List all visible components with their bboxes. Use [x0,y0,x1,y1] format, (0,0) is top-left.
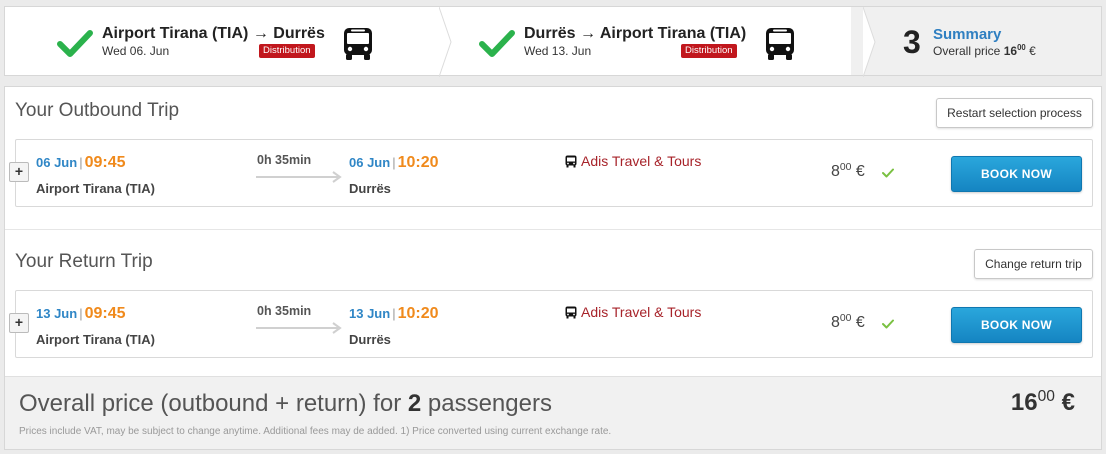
step-number: 3 [903,24,921,60]
trip-duration: 0h 35min [257,153,312,167]
arrival-date: 13 Jun [349,306,391,321]
total-price: 1600 € [1010,388,1075,417]
bus-icon [766,28,794,60]
separator: | [392,155,396,170]
trip-duration: 0h 35min [257,304,312,318]
check-icon [57,30,93,57]
step-route: Durrës → Airport Tirana (TIA) [524,25,747,42]
price-cents: 00 [839,162,852,173]
arrival-datetime: 13 Jun | 10:20 [349,305,439,323]
step-route: Airport Tirana (TIA) → Durrës [102,25,325,42]
restart-selection-button[interactable]: Restart selection process [936,98,1093,128]
check-icon [882,319,894,329]
distribution-badge: Distribution [259,44,315,58]
arrival-datetime: 06 Jun | 10:20 [349,154,439,172]
section-divider [5,229,1101,230]
check-icon [479,30,515,57]
fine-print: Prices include VAT, may be subject to ch… [19,426,612,437]
arrow-right-icon [256,322,342,334]
outbound-trip-card: + 06 Jun | 09:45 Airport Tirana (TIA) 0h 3… [9,139,1093,207]
expand-button[interactable]: + [9,313,29,333]
passenger-count: 2 [407,390,422,417]
summary-title: Summary [933,26,1002,43]
arrival-stop: Durrës [349,332,391,347]
step-outbound[interactable]: Airport Tirana (TIA) → Durrës Wed 06. Ju… [5,7,452,77]
summary-currency: € [1029,44,1036,58]
trip-price: 800 € [831,313,865,332]
arrival-date: 06 Jun [349,155,391,170]
trip-panel: Your Outbound Trip Restart selection pro… [4,86,1102,450]
distribution-badge: Distribution [681,44,737,58]
change-return-trip-button[interactable]: Change return trip [974,249,1093,279]
separator: | [392,306,396,321]
departure-time: 09:45 [84,305,126,322]
expand-button[interactable]: + [9,162,29,182]
price-currency: € [855,163,865,180]
booking-steps-bar: Airport Tirana (TIA) → Durrës Wed 06. Ju… [4,6,1102,77]
departure-datetime: 13 Jun | 09:45 [36,305,126,323]
arrow-right-icon [256,171,342,183]
price-value: 8 [831,314,840,331]
total-footer: Overall price (outbound + return) for 2 … [5,376,1101,449]
total-label-suffix: passengers [427,390,552,417]
bus-icon [565,306,577,319]
departure-date: 06 Jun [36,155,78,170]
return-trip-card: + 13 Jun | 09:45 Airport Tirana (TIA) 0h 3… [9,290,1093,358]
summary-price-label: Overall price [933,44,1001,58]
check-icon [882,168,894,178]
total-label: Overall price (outbound + return) for 2 … [19,390,552,418]
book-now-button[interactable]: BOOK NOW [951,156,1082,192]
summary-price: Overall price 1600 € [933,43,1036,58]
total-currency: € [1061,389,1075,416]
departure-stop: Airport Tirana (TIA) [36,181,155,196]
total-price-value: 16 [1010,389,1038,416]
departure-datetime: 06 Jun | 09:45 [36,154,126,172]
departure-date: 13 Jun [36,306,78,321]
arrival-time: 10:20 [397,305,439,322]
trip-price: 800 € [831,162,865,181]
separator: | [79,155,83,170]
operator-link[interactable]: Adis Travel & Tours [565,153,701,169]
departure-time: 09:45 [84,154,126,171]
departure-stop: Airport Tirana (TIA) [36,332,155,347]
bus-icon [344,28,372,60]
price-value: 8 [831,163,840,180]
step-date: Wed 06. Jun [102,44,170,58]
operator-name: Adis Travel & Tours [581,153,702,169]
price-cents: 00 [839,313,852,324]
bus-icon [565,155,577,168]
step-return[interactable]: Durrës → Airport Tirana (TIA) Wed 13. Ju… [427,7,876,77]
book-now-button[interactable]: BOOK NOW [951,307,1082,343]
separator: | [79,306,83,321]
step-summary: 3 Summary Overall price 1600 € [851,7,1101,75]
arrival-time: 10:20 [397,154,439,171]
arrival-stop: Durrës [349,181,391,196]
summary-price-cents: 00 [1017,43,1026,52]
step-date: Wed 13. Jun [524,44,592,58]
total-label-prefix: Overall price (outbound + return) for [19,390,402,417]
operator-name: Adis Travel & Tours [581,304,702,320]
total-price-cents: 00 [1037,388,1055,405]
price-currency: € [855,314,865,331]
outbound-title: Your Outbound Trip [15,100,180,121]
summary-price-value: 16 [1003,44,1018,58]
return-title: Your Return Trip [15,251,153,272]
operator-link[interactable]: Adis Travel & Tours [565,304,701,320]
